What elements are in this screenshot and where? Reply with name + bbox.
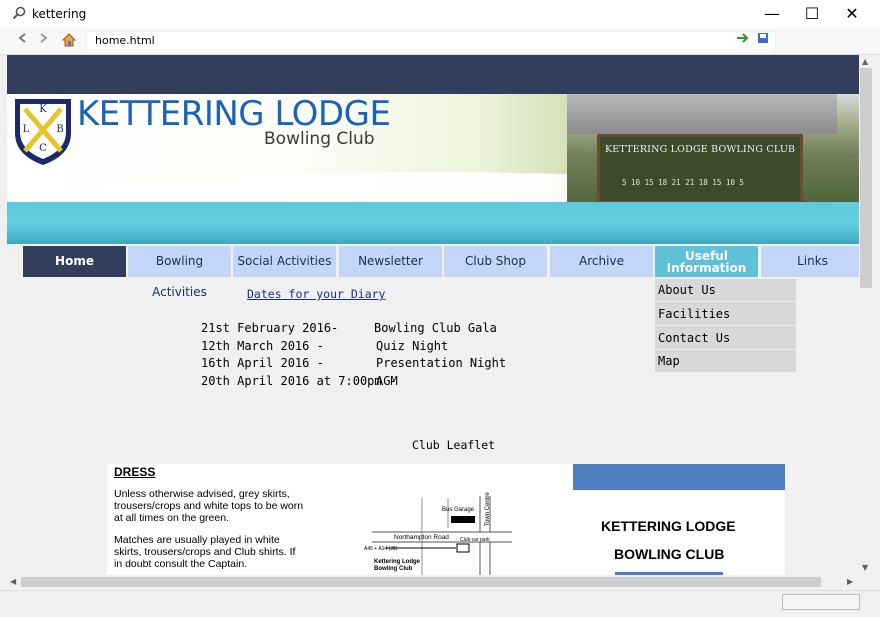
- diary-link[interactable]: Dates for your Diary: [247, 287, 385, 301]
- nav-useful-information[interactable]: Useful Information: [655, 246, 760, 277]
- dress-heading: DRESS: [114, 465, 156, 479]
- useful-information-submenu: About Us Facilities Contact Us Map: [655, 279, 796, 373]
- submenu-map[interactable]: Map: [655, 350, 796, 373]
- browser-toolbar: home.html: [0, 28, 880, 55]
- maximize-button[interactable]: ☐: [792, 0, 832, 28]
- nav-social-activities[interactable]: Social Activities: [233, 246, 338, 277]
- search-icon: [12, 6, 26, 20]
- map-label-a45: A45 + A14 (J8): [364, 546, 398, 552]
- map-label-car-park: Club car park: [460, 537, 490, 543]
- map-label-town-centre: Town Centre: [485, 492, 491, 526]
- close-button[interactable]: ✕: [832, 0, 872, 28]
- event-name: Quiz Night: [376, 339, 449, 353]
- club-leaflet: DRESS Unless otherwise advised, grey ski…: [107, 464, 785, 575]
- back-arrow-icon[interactable]: [14, 32, 32, 50]
- clubhouse-scoreboard: 5 10 15 18 21 21 18 15 10 5: [622, 178, 744, 187]
- horizontal-scrollbar[interactable]: ◀ ▶: [7, 575, 859, 589]
- submenu-about-us[interactable]: About Us: [655, 279, 796, 302]
- logo-letter-k: K: [39, 104, 47, 115]
- nav-club-shop[interactable]: Club Shop: [444, 246, 549, 277]
- map-label-club: Bowling Club: [374, 566, 413, 572]
- nav-newsletter[interactable]: Newsletter: [339, 246, 444, 277]
- scroll-up-icon[interactable]: ▲: [862, 57, 868, 66]
- leaflet-club-name: BOWLING CLUB: [614, 546, 725, 562]
- go-arrow-icon[interactable]: [734, 32, 752, 50]
- brand-subtitle: Bowling Club: [264, 129, 375, 149]
- window-titlebar: kettering — ☐ ✕: [0, 0, 880, 29]
- event-date: 12th March 2016 -: [201, 339, 324, 353]
- save-icon[interactable]: [754, 32, 772, 50]
- forward-arrow-icon[interactable]: [34, 32, 52, 50]
- vertical-scroll-thumb[interactable]: [860, 68, 872, 288]
- leaflet-title: Club Leaflet: [412, 438, 496, 452]
- map-label-bus-garage: Bus Garage: [442, 507, 475, 513]
- banner-teal-strip: [7, 202, 859, 244]
- brand-name: KETTERING LODGE: [77, 94, 391, 134]
- nav-home[interactable]: Home: [23, 246, 128, 277]
- leaflet-club-name: KETTERING LODGE: [601, 518, 736, 534]
- horizontal-scroll-thumb[interactable]: [21, 577, 821, 587]
- main-nav: Home Bowling Activities Social Activitie…: [23, 246, 859, 299]
- dress-paragraph: Matches are usually played in white skir…: [114, 534, 296, 570]
- scroll-right-icon[interactable]: ▶: [847, 577, 853, 586]
- submenu-contact-us[interactable]: Contact Us: [655, 327, 796, 350]
- home-icon[interactable]: [60, 32, 78, 50]
- status-bar: [0, 590, 880, 617]
- nav-bowling-activities[interactable]: Bowling Activities: [128, 246, 233, 299]
- map-label-club: Kettering Lodge: [374, 559, 421, 565]
- event-date: 21st February 2016-: [201, 321, 339, 335]
- event-date: 20th April 2016 at 7:00pm -: [201, 374, 397, 388]
- web-viewport: KETTERING LODGE BOWLING CLUB 5 10 15 18 …: [7, 55, 859, 575]
- leaflet-blue-bar: [573, 464, 785, 490]
- logo-letter-l: L: [23, 124, 30, 135]
- event-date: 16th April 2016 -: [201, 356, 324, 370]
- clubhouse-sign-text: KETTERING LODGE BOWLING CLUB: [605, 144, 796, 155]
- event-name: Presentation Night: [376, 356, 507, 370]
- event-name: AGM: [376, 374, 398, 388]
- submenu-facilities[interactable]: Facilities: [655, 303, 796, 326]
- scroll-left-icon[interactable]: ◀: [10, 577, 16, 586]
- dress-paragraph: Unless otherwise advised, grey skirts, t…: [114, 488, 304, 524]
- vertical-scrollbar[interactable]: ▲ ▼: [859, 55, 873, 575]
- status-progress-box: [782, 594, 860, 610]
- scroll-down-icon[interactable]: ▼: [862, 563, 868, 572]
- club-logo: K L B C: [15, 99, 71, 165]
- minimize-button[interactable]: —: [752, 0, 792, 28]
- event-name: Bowling Club Gala: [374, 321, 497, 335]
- clubhouse-roof: [567, 94, 837, 134]
- logo-letter-c: C: [39, 143, 47, 154]
- site-banner: KETTERING LODGE BOWLING CLUB 5 10 15 18 …: [7, 94, 859, 206]
- map-label-road: Northampton Road: [394, 534, 449, 541]
- logo-letter-b: B: [56, 124, 63, 135]
- banner-swoosh: [7, 172, 567, 206]
- nav-archive[interactable]: Archive: [550, 246, 655, 277]
- address-text[interactable]: home.html: [95, 34, 155, 47]
- site-topbar: [7, 55, 859, 94]
- location-map: Bus Garage Town Centre Northampton Road …: [364, 492, 512, 575]
- window-title: kettering: [32, 7, 87, 21]
- nav-links[interactable]: Links: [761, 246, 859, 277]
- address-bar[interactable]: home.html: [86, 31, 776, 51]
